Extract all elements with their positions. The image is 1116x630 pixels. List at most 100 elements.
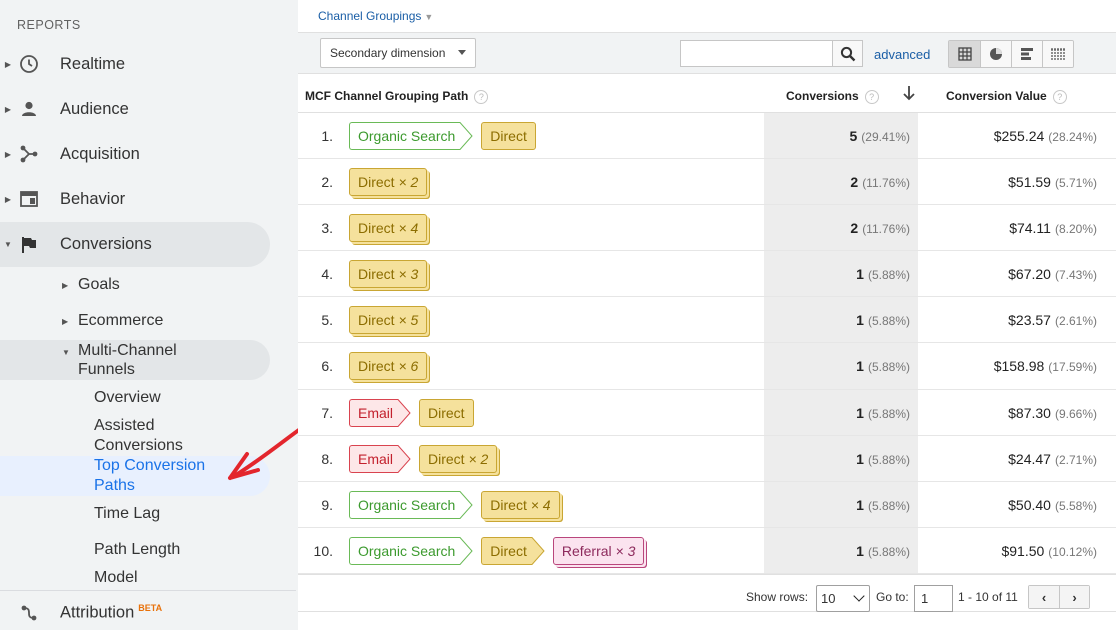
table-row[interactable]: 2. Direct × 2 2 (11.76%) $51.59 (5.71%)	[298, 159, 1116, 206]
table-row[interactable]: 9. Organic Search Direct × 4 1 (5.88%) $50.40…	[298, 481, 1116, 528]
chip-body: Email	[349, 444, 398, 473]
channel-chip-direct[interactable]: Direct × 2	[419, 444, 498, 473]
chip-multiplier: × 5	[398, 312, 419, 329]
conversions-value: 1	[856, 266, 864, 283]
channel-groupings-dropdown[interactable]: Channel Groupings ▼	[318, 9, 433, 23]
conversion-value-cell: $51.59 (5.71%)	[920, 174, 1097, 190]
channel-chip-direct[interactable]: Direct × 4	[349, 214, 428, 243]
channel-chip-email[interactable]: Email	[349, 398, 411, 427]
sidebar-item-acquisition[interactable]: ▶ Acquisition	[0, 134, 270, 174]
channel-path: Organic Search Direct	[349, 121, 544, 151]
goto-input[interactable]: 1	[914, 585, 953, 612]
secondary-dimension-dropdown[interactable]: Secondary dimension	[320, 38, 476, 68]
column-header-conversion-value[interactable]: Conversion Value?	[946, 89, 1067, 104]
chip-body: Direct × 2	[349, 168, 428, 197]
table-row[interactable]: 6. Direct × 6 1 (5.88%) $158.98 (17.59%)	[298, 343, 1116, 390]
sidebar-item-multi-channel-funnels[interactable]: ▼ Multi-Channel Funnels	[62, 341, 177, 379]
channel-chip-organic[interactable]: Organic Search	[349, 122, 473, 150]
table-row[interactable]: 3. Direct × 4 2 (11.76%) $74.11 (8.20%)	[298, 205, 1116, 252]
channel-chip-direct[interactable]: Direct	[419, 398, 474, 427]
sidebar-item-ecommerce[interactable]: ▶ Ecommerce	[62, 312, 163, 330]
secondary-dimension-label: Secondary dimension	[330, 46, 446, 60]
sidebar-item-path-length[interactable]: Path Length	[94, 540, 180, 560]
help-icon[interactable]: ?	[864, 89, 879, 104]
sidebar-item-audience[interactable]: ▶ Audience	[0, 89, 270, 129]
conversions-cell: 2 (11.76%)	[764, 174, 910, 190]
table-row[interactable]: 5. Direct × 5 1 (5.88%) $23.57 (2.61%)	[298, 297, 1116, 344]
chip-label: Organic Search	[358, 542, 456, 559]
pie-view-button[interactable]	[980, 41, 1011, 67]
sidebar-item-behavior[interactable]: ▶ Behavior	[0, 179, 270, 219]
sidebar-item-model[interactable]: Model	[94, 568, 138, 588]
help-icon[interactable]: ?	[1052, 89, 1067, 104]
sidebar-item-overview[interactable]: Overview	[94, 388, 161, 408]
conversions-cell: 1 (5.88%)	[764, 451, 910, 467]
sidebar-item-attribution[interactable]: Attribution BETA	[0, 593, 270, 630]
chip-body: Organic Search	[349, 122, 460, 150]
bar-view-button[interactable]	[1011, 41, 1042, 67]
channel-groupings-label: Channel Groupings	[318, 9, 422, 23]
conversions-value: 2	[850, 174, 859, 191]
conversion-value-cell: $87.30 (9.66%)	[920, 405, 1097, 421]
table-row[interactable]: 10. Organic Search Direct Referral × 3 1 (5.8…	[298, 527, 1116, 574]
conversion-value-percent: (2.71%)	[1054, 452, 1097, 467]
conversions-cell: 1 (5.88%)	[764, 497, 910, 513]
channel-chip-direct[interactable]: Direct × 6	[349, 352, 428, 381]
channel-chip-email[interactable]: Email	[349, 444, 411, 473]
channel-chip-direct[interactable]: Direct × 4	[481, 490, 560, 519]
channel-chip-direct[interactable]: Direct × 3	[349, 260, 428, 289]
chip-label: Organic Search	[358, 128, 456, 144]
assisted-label-line2: Conversions	[94, 437, 183, 454]
sidebar-item-realtime[interactable]: ▶ Realtime	[0, 44, 270, 84]
chip-label: Direct	[490, 542, 527, 559]
sidebar-item-assisted-conversions[interactable]: Assisted Conversions	[94, 416, 183, 456]
advanced-filter-link[interactable]: advanced	[874, 47, 930, 62]
sidebar-item-goals[interactable]: ▶ Goals	[62, 276, 120, 294]
show-rows-select[interactable]: 10	[816, 585, 870, 612]
column-header-path[interactable]: MCF Channel Grouping Path?	[305, 89, 489, 104]
chip-body: Direct	[481, 536, 531, 565]
pivot-view-button[interactable]	[1042, 41, 1073, 67]
conversions-value: 5	[849, 128, 858, 144]
channel-chip-direct[interactable]: Direct × 5	[349, 306, 428, 335]
search-button[interactable]	[832, 40, 863, 67]
sidebar-item-label: Realtime	[60, 54, 126, 73]
sidebar-item-conversions[interactable]: ▼ Conversions	[0, 222, 270, 267]
row-number: 8.	[321, 450, 333, 467]
prev-page-button[interactable]: ‹	[1029, 586, 1059, 608]
channel-chip-organic[interactable]: Organic Search	[349, 536, 473, 565]
table-view-button[interactable]	[949, 41, 980, 67]
sort-descending-icon[interactable]	[902, 85, 916, 104]
chip-body: Direct	[481, 122, 536, 150]
chip-body: Direct × 6	[349, 352, 428, 381]
channel-path: Email Direct	[349, 398, 482, 428]
chip-body: Email	[349, 398, 398, 427]
table-row[interactable]: 8. Email Direct × 2 1 (5.88%) $24.47 (2.71%)	[298, 435, 1116, 482]
next-page-button[interactable]: ›	[1059, 586, 1089, 608]
table-search-input[interactable]	[680, 40, 834, 67]
sidebar-item-top-conversion-paths[interactable]: Top Conversion Paths	[94, 456, 205, 496]
chip-body: Referral × 3	[552, 536, 645, 565]
attribution-label-wrap: Attribution BETA	[60, 603, 162, 623]
reports-heading: REPORTS	[17, 18, 81, 32]
chip-label: Direct	[358, 174, 395, 191]
table-row[interactable]: 7. Email Direct 1 (5.88%) $87.30 (9.66%)	[298, 389, 1116, 436]
help-icon[interactable]: ?	[474, 89, 489, 104]
channel-chip-referral[interactable]: Referral × 3	[552, 536, 645, 565]
conversions-percent: (5.88%)	[867, 268, 910, 283]
channel-chip-direct[interactable]: Direct	[481, 536, 545, 565]
channel-chip-organic[interactable]: Organic Search	[349, 490, 473, 519]
chip-label: Direct	[428, 404, 465, 421]
table-row[interactable]: 1. Organic Search Direct 5 (29.41%) $255.24 (2…	[298, 113, 1116, 160]
conversion-value-percent: (2.61%)	[1054, 314, 1097, 329]
sidebar-item-time-lag[interactable]: Time Lag	[94, 504, 160, 524]
channel-chip-direct[interactable]: Direct	[481, 122, 536, 150]
column-header-conversions[interactable]: Conversions?	[786, 89, 879, 104]
sidebar-item-label: Conversions	[60, 235, 152, 253]
table-row[interactable]: 4. Direct × 3 1 (5.88%) $67.20 (7.43%)	[298, 251, 1116, 298]
conversion-value-cell: $74.11 (8.20%)	[920, 220, 1097, 236]
channel-chip-direct[interactable]: Direct × 2	[349, 168, 428, 197]
conversion-value-cell: $24.47 (2.71%)	[920, 451, 1097, 467]
chip-label: Organic Search	[358, 496, 456, 513]
conversions-cell: 2 (11.76%)	[764, 220, 910, 236]
